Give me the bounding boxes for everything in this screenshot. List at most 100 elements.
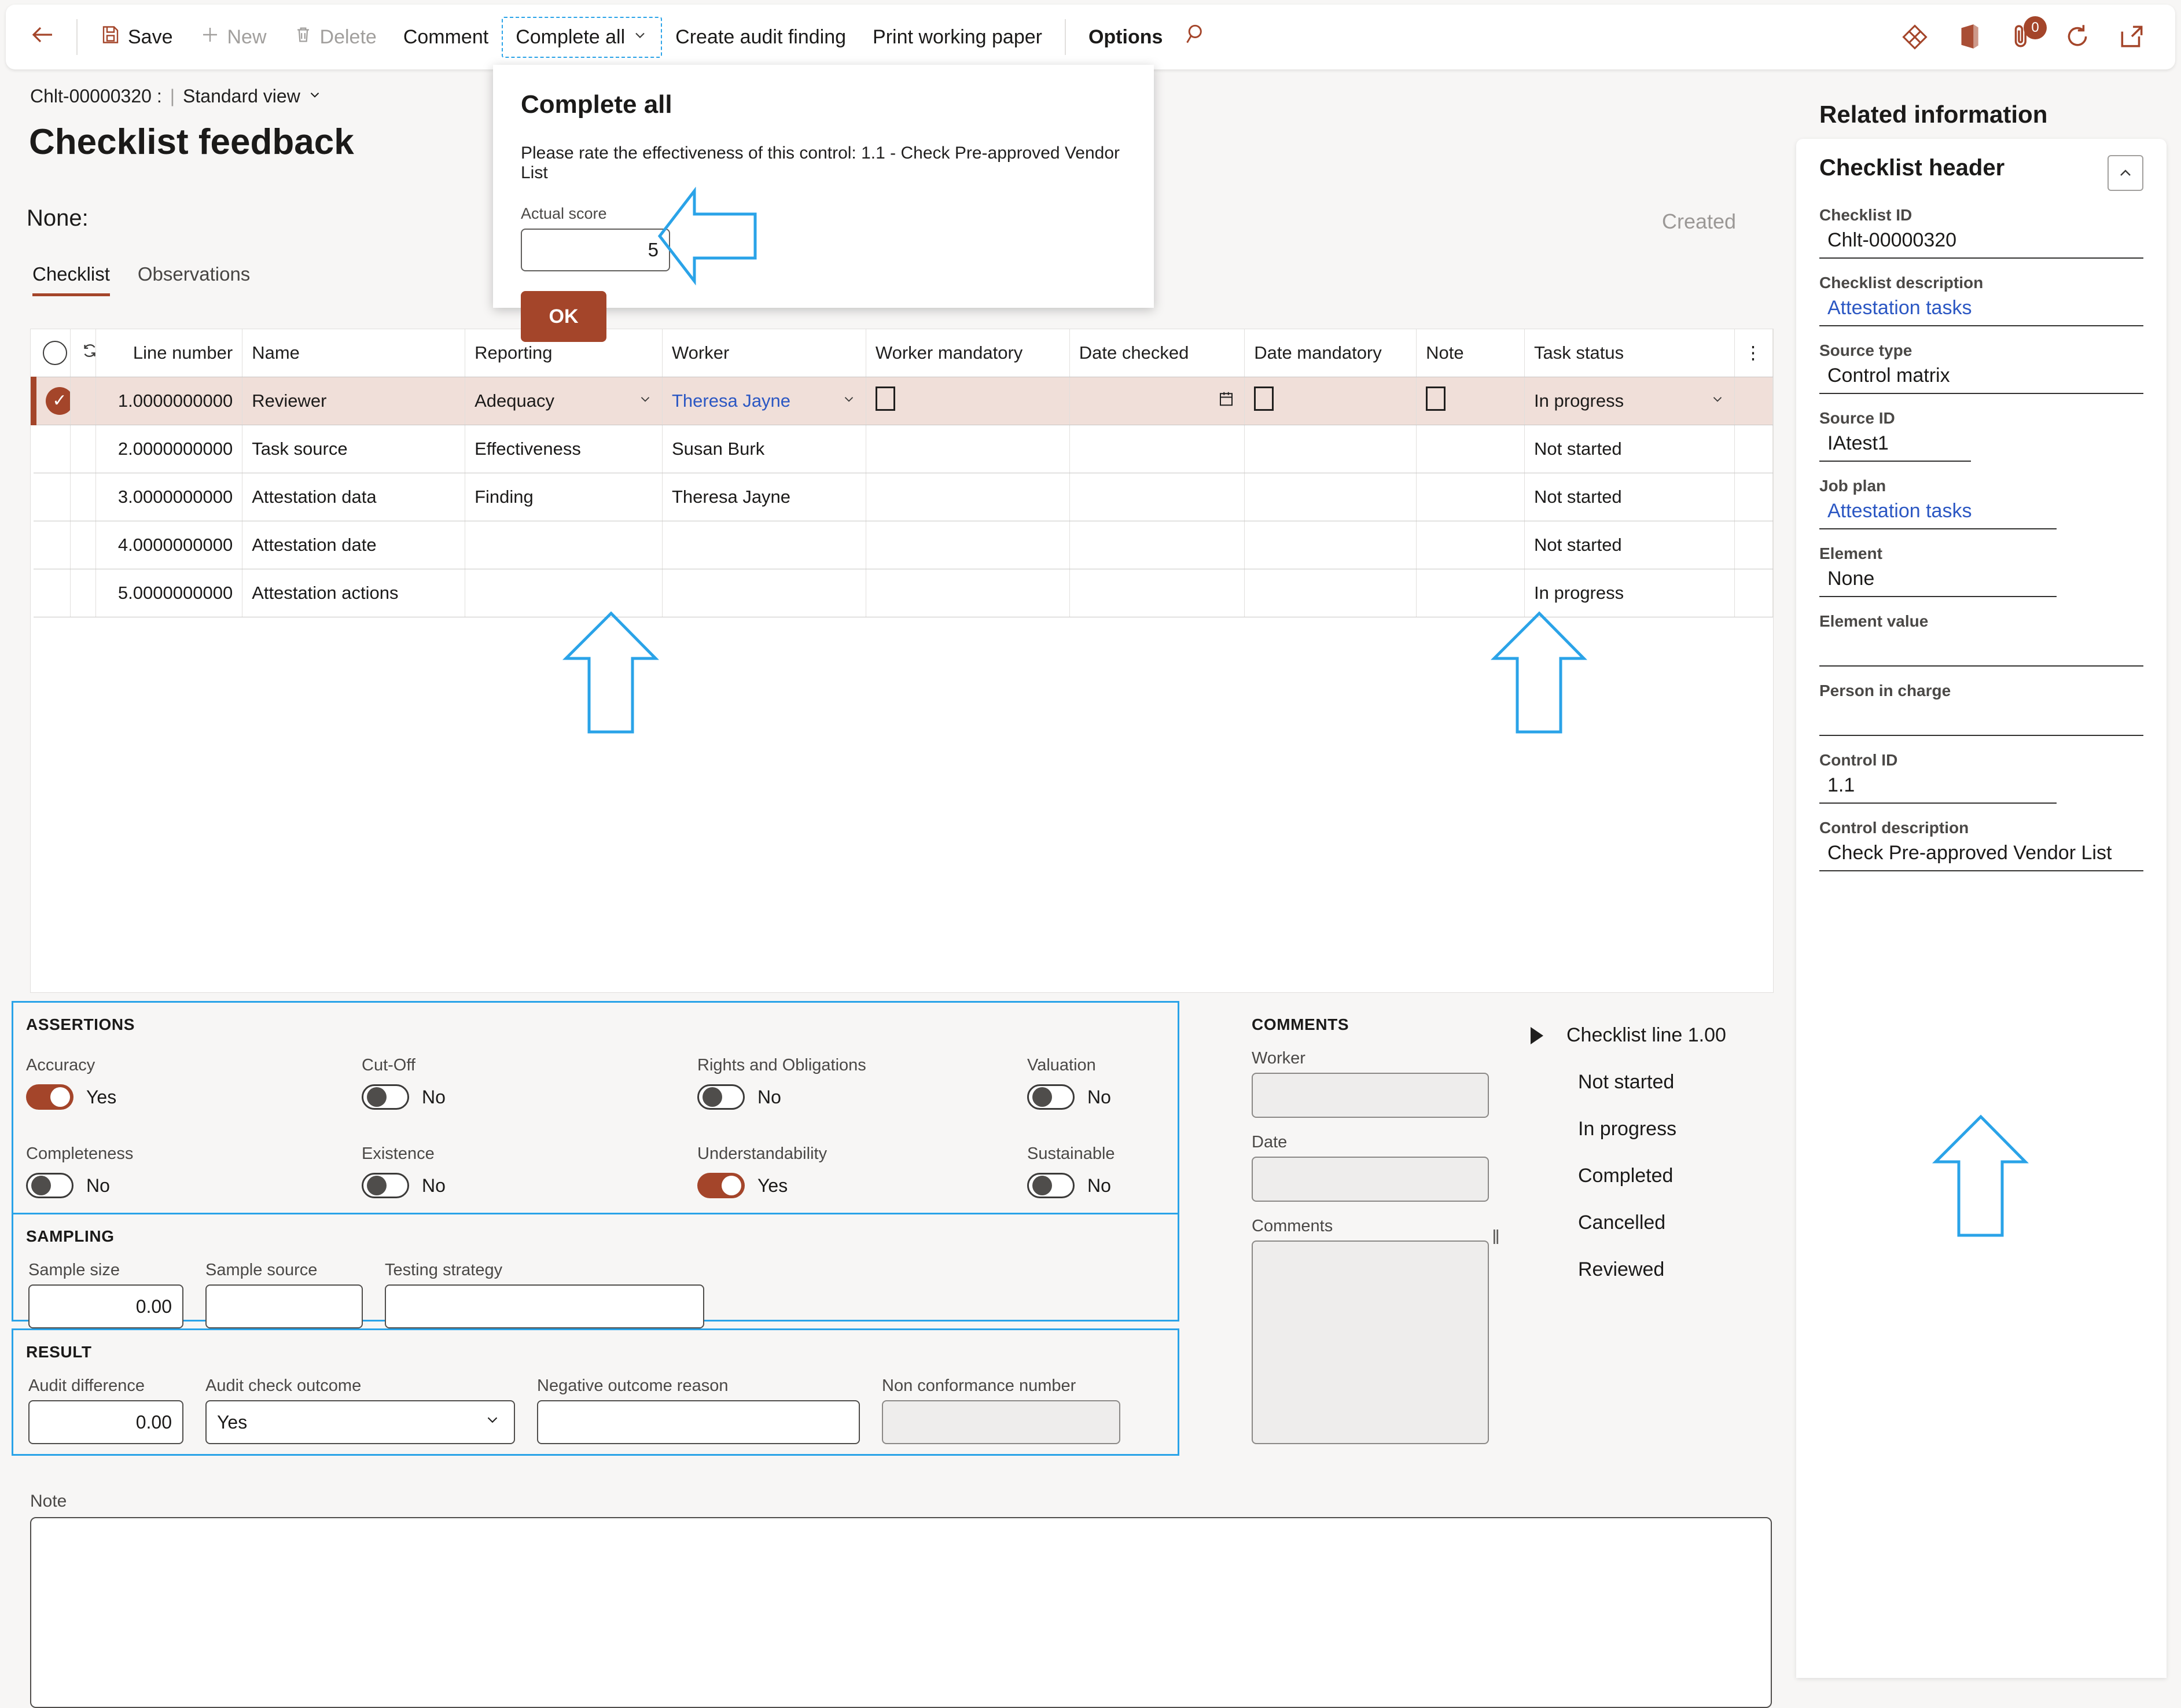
checkbox-icon[interactable] <box>1426 386 1446 411</box>
cell-worker[interactable]: Susan Burk <box>662 425 866 473</box>
cell-date-mandatory[interactable] <box>1244 569 1417 617</box>
comments-resize-handle-icon[interactable]: ‖ <box>1492 1227 1500 1249</box>
field-checklist-description-value[interactable]: Attestation tasks <box>1819 292 2143 326</box>
row-select-cell[interactable] <box>34 569 71 617</box>
collapse-button[interactable] <box>2108 155 2143 191</box>
cell-worker[interactable]: Theresa Jayne <box>662 377 866 425</box>
search-icon[interactable] <box>1176 21 1218 53</box>
col-header-worker-mandatory[interactable]: Worker mandatory <box>866 329 1070 377</box>
cell-note[interactable] <box>1416 377 1525 425</box>
ok-button[interactable]: OK <box>521 291 606 342</box>
assertion-sustainable-toggle[interactable] <box>1027 1173 1075 1198</box>
create-audit-finding-button[interactable]: Create audit finding <box>662 17 859 57</box>
field-control-description-value[interactable]: Check Pre-approved Vendor List <box>1819 837 2143 871</box>
comment-button[interactable]: Comment <box>390 17 502 57</box>
new-button[interactable]: New <box>186 16 280 59</box>
col-header-task-status[interactable]: Task status <box>1524 329 1735 377</box>
cell-note[interactable] <box>1416 425 1525 473</box>
table-row[interactable]: 2.0000000000 Task source Effectiveness S… <box>34 425 1774 473</box>
tab-observations[interactable]: Observations <box>138 263 250 296</box>
cell-note[interactable] <box>1416 569 1525 617</box>
field-source-id-value[interactable]: IAtest1 <box>1819 428 1971 462</box>
table-row[interactable]: 5.0000000000 Attestation actions In prog… <box>34 569 1774 617</box>
col-header-name[interactable]: Name <box>242 329 466 377</box>
row-select-cell[interactable] <box>34 521 71 569</box>
cell-note[interactable] <box>1416 473 1525 521</box>
cell-worker-mandatory[interactable] <box>866 425 1070 473</box>
assertion-existence-toggle[interactable] <box>362 1173 409 1198</box>
cell-date-checked[interactable] <box>1069 521 1245 569</box>
field-job-plan-value[interactable]: Attestation tasks <box>1819 495 2057 529</box>
field-person-in-charge-value[interactable] <box>1819 700 2143 736</box>
table-row[interactable]: 3.0000000000 Attestation data Finding Th… <box>34 473 1774 521</box>
attachment-icon[interactable]: 0 <box>2009 16 2047 52</box>
cell-reporting[interactable] <box>465 569 663 617</box>
cell-worker[interactable] <box>662 521 866 569</box>
assertion-accuracy-toggle[interactable] <box>26 1084 73 1110</box>
cell-worker[interactable]: Theresa Jayne <box>662 473 866 521</box>
refresh-column-header[interactable] <box>70 329 97 377</box>
checkbox-icon[interactable] <box>875 386 895 411</box>
options-button[interactable]: Options <box>1075 17 1176 57</box>
print-working-paper-button[interactable]: Print working paper <box>859 17 1055 57</box>
row-select-cell[interactable] <box>34 473 71 521</box>
assertion-rights-and-obligations-toggle[interactable] <box>697 1084 745 1110</box>
cell-date-mandatory[interactable] <box>1244 521 1417 569</box>
col-header-date-checked[interactable]: Date checked <box>1069 329 1245 377</box>
complete-all-button[interactable]: Complete all <box>502 16 663 58</box>
status-option-completed[interactable]: Completed <box>1531 1165 1831 1187</box>
sample-size-input[interactable]: 0.00 <box>28 1284 183 1328</box>
row-select-cell[interactable]: ✓ <box>31 377 73 425</box>
audit-difference-input[interactable]: 0.00 <box>28 1400 183 1444</box>
cell-date-checked[interactable] <box>1069 473 1245 521</box>
negative-outcome-reason-input[interactable] <box>537 1400 860 1444</box>
field-checklist-id-value[interactable]: Chlt-00000320 <box>1819 224 2143 259</box>
cell-worker-value[interactable]: Theresa Jayne <box>672 391 790 411</box>
calendar-icon[interactable] <box>1218 389 1235 413</box>
cell-reporting[interactable]: Finding <box>465 473 663 521</box>
tab-checklist[interactable]: Checklist <box>32 263 110 296</box>
cell-reporting[interactable] <box>465 521 663 569</box>
cell-worker-mandatory[interactable] <box>866 473 1070 521</box>
table-row[interactable]: 4.0000000000 Attestation date Not starte… <box>34 521 1774 569</box>
testing-strategy-input[interactable] <box>385 1284 704 1328</box>
cell-date-mandatory[interactable] <box>1244 425 1417 473</box>
assertion-understandability-toggle[interactable] <box>697 1173 745 1198</box>
cell-task-status[interactable]: In progress <box>1524 377 1735 425</box>
field-element-value-value[interactable] <box>1819 631 2143 667</box>
col-header-worker[interactable]: Worker <box>662 329 866 377</box>
col-header-line-number[interactable]: Line number <box>95 329 243 377</box>
cell-worker-mandatory[interactable] <box>866 569 1070 617</box>
col-header-date-mandatory[interactable]: Date mandatory <box>1244 329 1417 377</box>
cell-date-checked[interactable] <box>1069 425 1245 473</box>
field-element-value[interactable]: None <box>1819 563 2057 597</box>
table-row[interactable]: ✓ 1.0000000000 Reviewer Adequacy Theresa… <box>31 377 1774 425</box>
cell-date-checked[interactable] <box>1069 377 1245 425</box>
delete-button[interactable]: Delete <box>280 16 390 58</box>
audit-check-outcome-select[interactable]: Yes <box>205 1400 515 1444</box>
assertion-valuation-toggle[interactable] <box>1027 1084 1075 1110</box>
cell-note[interactable] <box>1416 521 1525 569</box>
note-textarea[interactable] <box>30 1517 1772 1708</box>
cell-task-status[interactable]: Not started <box>1524 425 1735 473</box>
assertion-cut-off-toggle[interactable] <box>362 1084 409 1110</box>
cell-task-status[interactable]: Not started <box>1524 521 1735 569</box>
dynamics-diamond-icon[interactable] <box>1900 22 1930 52</box>
status-option-not-started[interactable]: Not started <box>1531 1071 1831 1094</box>
cell-task-status[interactable]: Not started <box>1524 473 1735 521</box>
row-select-cell[interactable] <box>34 425 71 473</box>
cell-worker-mandatory[interactable] <box>866 521 1070 569</box>
select-all-header[interactable] <box>34 329 71 377</box>
office-app-launcher-icon[interactable] <box>1954 22 1984 52</box>
checkbox-icon[interactable] <box>1254 386 1274 411</box>
field-control-id-value[interactable]: 1.1 <box>1819 770 2057 804</box>
open-in-new-window-icon[interactable] <box>2117 22 2147 52</box>
cell-task-status[interactable]: In progress <box>1524 569 1735 617</box>
cell-date-mandatory[interactable] <box>1244 473 1417 521</box>
status-option-in-progress[interactable]: In progress <box>1531 1118 1831 1140</box>
cell-worker-mandatory[interactable] <box>866 377 1070 425</box>
assertion-completeness-toggle[interactable] <box>26 1173 73 1198</box>
checklist-line-header[interactable]: Checklist line 1.00 <box>1531 1024 1831 1047</box>
col-header-note[interactable]: Note <box>1416 329 1525 377</box>
cell-worker[interactable] <box>662 569 866 617</box>
